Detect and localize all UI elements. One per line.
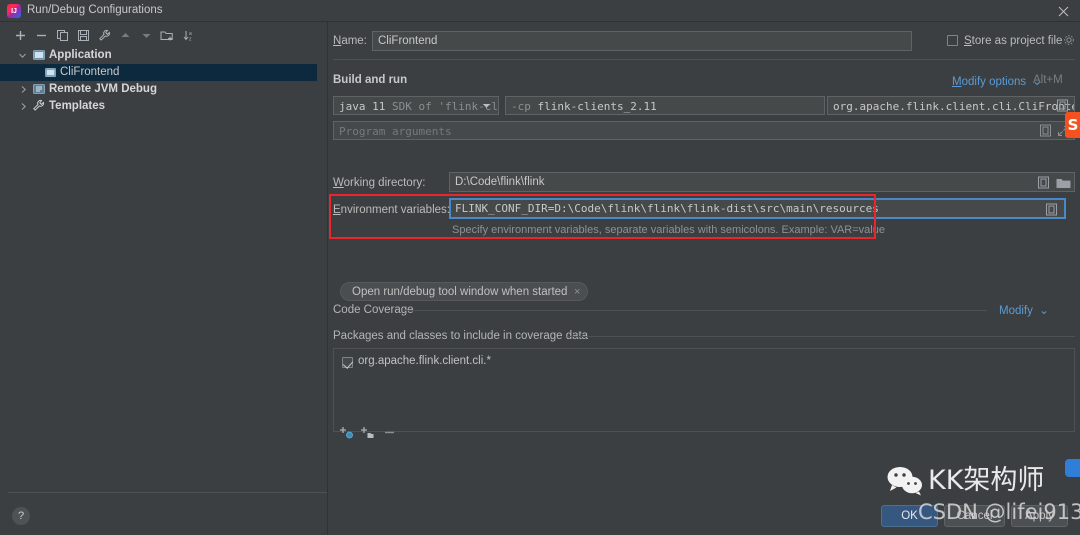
dialog-titlebar: IJ Run/Debug Configurations (0, 0, 1080, 22)
gear-icon[interactable] (1063, 34, 1075, 46)
environment-variables-hint: Specify environment variables, separate … (452, 224, 885, 236)
expand-editor-icon[interactable] (1039, 124, 1052, 137)
modify-options-mnemonic: M (952, 76, 962, 88)
coverage-pattern-checkbox[interactable] (342, 357, 353, 368)
name-label-rest: ame: (341, 35, 367, 47)
decorative-blue-corner-icon (1065, 459, 1080, 477)
store-as-project-file-label: Store as project file (964, 35, 1063, 47)
configurations-toolbar: a z (0, 22, 327, 48)
store-as-project-file-checkbox[interactable] (947, 35, 958, 46)
coverage-list-rule (567, 336, 1075, 337)
remove-configuration-icon[interactable] (33, 27, 49, 43)
chevron-down-icon: ⌄ (1039, 305, 1049, 317)
open-tool-window-chip-label: Open run/debug tool window when started (352, 286, 568, 298)
store-label-mnemonic: S (964, 35, 972, 47)
intellij-logo-icon: IJ (7, 4, 21, 18)
browse-folder-icon[interactable] (1056, 177, 1071, 190)
modify-options-shortcut: Alt+M (1033, 74, 1063, 86)
chevron-down-icon[interactable] (482, 103, 491, 109)
main-class-input[interactable]: org.apache.flink.client.cli.CliFrontend (827, 96, 1075, 115)
program-arguments-input[interactable]: Program arguments (333, 121, 1075, 140)
working-directory-label: Working directory: (333, 177, 426, 189)
move-down-icon[interactable] (138, 27, 154, 43)
logo-text: IJ (11, 7, 17, 15)
cp-suffix: flink-clients_2.11 (537, 100, 657, 113)
copy-configuration-icon[interactable] (54, 27, 70, 43)
tree-panel-border (8, 47, 327, 493)
env-label-mnemonic: E (333, 204, 341, 216)
ime-badge-icon: S (1065, 112, 1080, 138)
open-tool-window-chip[interactable]: Open run/debug tool window when started … (340, 282, 589, 301)
wd-label-mnemonic: W (333, 177, 344, 189)
watermark-csdn-text: CSDN @lifei913 (918, 500, 1080, 524)
remove-pattern-icon[interactable] (382, 425, 396, 439)
coverage-patterns-list[interactable]: org.apache.flink.client.cli.* (333, 348, 1075, 432)
coverage-list-title: Packages and classes to include in cover… (333, 330, 589, 342)
cp-prefix: -cp (511, 100, 531, 113)
coverage-pattern-label: org.apache.flink.client.cli.* (358, 355, 491, 367)
coverage-modify-link[interactable]: Modify ⌄ (999, 303, 1049, 317)
svg-text:z: z (189, 36, 192, 42)
name-section-divider (333, 59, 1075, 60)
build-and-run-title: Build and run (333, 74, 408, 86)
code-coverage-rule (402, 310, 987, 311)
modify-options-link[interactable]: Modify options ⌄ (952, 74, 1042, 88)
dialog-title: Run/Debug Configurations (27, 4, 163, 16)
wechat-icon (886, 466, 924, 496)
close-icon[interactable]: × (574, 286, 580, 299)
add-package-pattern-icon[interactable] (360, 425, 374, 439)
name-input[interactable]: CliFrontend (372, 31, 912, 51)
jre-selector[interactable]: java 11 SDK of 'flink-cl (333, 96, 499, 115)
environment-variables-label: Environment variables: (333, 204, 450, 216)
edit-templates-icon[interactable] (96, 27, 112, 43)
working-directory-input[interactable]: D:\Code\flink\flink (449, 172, 1075, 192)
environment-variables-input[interactable]: FLINK_CONF_DIR=D:\Code\flink\flink\flink… (449, 198, 1066, 219)
configuration-editor: Name: CliFrontend Store as project file … (327, 22, 1080, 535)
help-button[interactable]: ? (12, 507, 30, 525)
name-label: Name: (333, 35, 367, 47)
jre-prefix: java 11 (339, 100, 386, 113)
browse-main-class-icon[interactable] (1056, 99, 1069, 112)
add-class-pattern-icon[interactable] (339, 425, 353, 439)
classpath-selector[interactable]: -cp flink-clients_2.11 (505, 96, 825, 115)
close-icon[interactable] (1055, 3, 1071, 19)
move-up-icon[interactable] (117, 27, 133, 43)
sort-configurations-icon[interactable]: a z (181, 27, 197, 43)
edit-environment-variables-icon[interactable] (1045, 203, 1058, 216)
move-into-folder-icon[interactable] (159, 27, 175, 43)
run-debug-configurations-dialog: IJ Run/Debug Configurations a z Applicat… (0, 0, 1080, 535)
add-configuration-icon[interactable] (12, 27, 28, 43)
coverage-modify-label: Modify (999, 305, 1033, 317)
watermark-account-name: KK架构师 (928, 465, 1045, 496)
expand-editor-icon[interactable] (1037, 176, 1050, 189)
save-configuration-icon[interactable] (75, 27, 91, 43)
